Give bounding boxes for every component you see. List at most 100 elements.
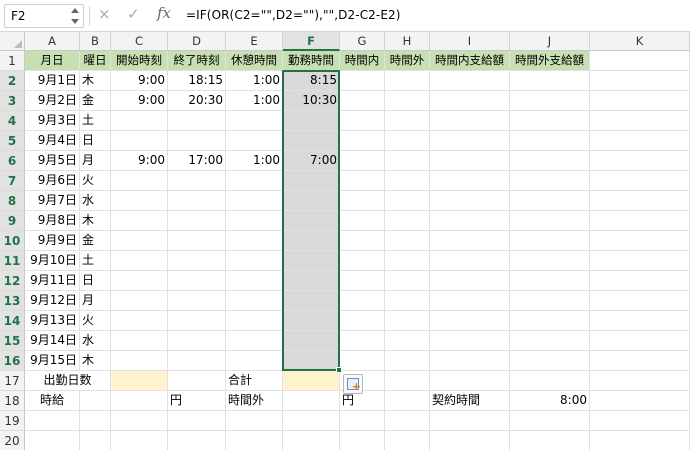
work-hours-cell[interactable] xyxy=(283,111,340,131)
break-time-cell[interactable] xyxy=(226,251,283,271)
cell-i17[interactable] xyxy=(430,371,510,391)
cell-g8[interactable] xyxy=(340,191,385,211)
cell-h18[interactable] xyxy=(385,391,430,411)
break-time-cell[interactable]: 1:00 xyxy=(226,91,283,111)
cell-j9[interactable] xyxy=(510,211,590,231)
column-header-i[interactable]: I xyxy=(430,32,510,51)
break-time-cell[interactable] xyxy=(226,351,283,371)
cell-i6[interactable] xyxy=(430,151,510,171)
fill-handle[interactable] xyxy=(336,367,342,373)
start-time-cell[interactable] xyxy=(111,131,168,151)
work-hours-cell[interactable]: 8:15 xyxy=(283,71,340,91)
cell-k16[interactable] xyxy=(590,351,690,371)
start-time-cell[interactable] xyxy=(111,311,168,331)
cell-k14[interactable] xyxy=(590,311,690,331)
cell-d20[interactable] xyxy=(168,431,226,450)
cancel-icon[interactable]: × xyxy=(98,5,111,23)
row-header-4[interactable]: 4 xyxy=(0,111,25,131)
cell-g15[interactable] xyxy=(340,331,385,351)
date-cell[interactable]: 9月8日 xyxy=(25,211,80,231)
work-hours-cell[interactable] xyxy=(283,331,340,351)
cell-g16[interactable] xyxy=(340,351,385,371)
cell-g5[interactable] xyxy=(340,131,385,151)
cell-j13[interactable] xyxy=(510,291,590,311)
start-time-cell[interactable] xyxy=(111,291,168,311)
date-cell[interactable]: 9月2日 xyxy=(25,91,80,111)
date-cell[interactable]: 9月9日 xyxy=(25,231,80,251)
work-hours-cell[interactable] xyxy=(283,291,340,311)
row-header-10[interactable]: 10 xyxy=(0,231,25,251)
weekday-cell[interactable]: 木 xyxy=(80,71,111,91)
cell-h9[interactable] xyxy=(385,211,430,231)
column-header-b[interactable]: B xyxy=(80,32,111,51)
name-box[interactable]: F2 xyxy=(4,4,84,28)
cell-g4[interactable] xyxy=(340,111,385,131)
cell-d19[interactable] xyxy=(168,411,226,431)
row-header-3[interactable]: 3 xyxy=(0,91,25,111)
cell-g10[interactable] xyxy=(340,231,385,251)
cell-j16[interactable] xyxy=(510,351,590,371)
cell-j7[interactable] xyxy=(510,171,590,191)
cell-k15[interactable] xyxy=(590,331,690,351)
weekday-cell[interactable]: 金 xyxy=(80,91,111,111)
cell-h15[interactable] xyxy=(385,331,430,351)
work-hours-cell[interactable] xyxy=(283,191,340,211)
start-time-cell[interactable] xyxy=(111,351,168,371)
cell-i9[interactable] xyxy=(430,211,510,231)
cell-h5[interactable] xyxy=(385,131,430,151)
start-time-cell[interactable] xyxy=(111,251,168,271)
end-time-cell[interactable]: 17:00 xyxy=(168,151,226,171)
cell-i15[interactable] xyxy=(430,331,510,351)
cell-g14[interactable] xyxy=(340,311,385,331)
column-header-c[interactable]: C xyxy=(111,32,168,51)
row-header-20[interactable]: 20 xyxy=(0,431,25,450)
weekday-cell[interactable]: 水 xyxy=(80,331,111,351)
work-hours-cell[interactable] xyxy=(283,351,340,371)
cell-k13[interactable] xyxy=(590,291,690,311)
attendance-days-input[interactable] xyxy=(111,371,168,391)
row-header-7[interactable]: 7 xyxy=(0,171,25,191)
row-header-15[interactable]: 15 xyxy=(0,331,25,351)
cell-i11[interactable] xyxy=(430,251,510,271)
contract-hours-label[interactable]: 契約時間 xyxy=(430,391,510,411)
header-cell-d[interactable]: 終了時刻 xyxy=(168,51,226,71)
formula-input[interactable]: =IF(OR(C2="",D2=""),"",D2-C2-E2) xyxy=(186,8,401,22)
weekday-cell[interactable]: 火 xyxy=(80,171,111,191)
cell-k1[interactable] xyxy=(590,51,690,71)
cell-i4[interactable] xyxy=(430,111,510,131)
cell-k3[interactable] xyxy=(590,91,690,111)
break-time-cell[interactable]: 1:00 xyxy=(226,151,283,171)
select-all-corner[interactable] xyxy=(0,32,25,51)
name-box-dropdown-icon[interactable] xyxy=(71,8,80,24)
end-time-cell[interactable] xyxy=(168,131,226,151)
break-time-cell[interactable] xyxy=(226,311,283,331)
header-cell-g[interactable]: 時間内 xyxy=(340,51,385,71)
cell-j5[interactable] xyxy=(510,131,590,151)
weekday-cell[interactable]: 日 xyxy=(80,271,111,291)
end-time-cell[interactable] xyxy=(168,311,226,331)
cell-e20[interactable] xyxy=(226,431,283,450)
cell-k4[interactable] xyxy=(590,111,690,131)
weekday-cell[interactable]: 金 xyxy=(80,231,111,251)
enter-icon[interactable]: ✓ xyxy=(127,5,140,23)
cell-k18[interactable] xyxy=(590,391,690,411)
row-header-1[interactable]: 1 xyxy=(0,51,25,71)
work-hours-cell[interactable] xyxy=(283,211,340,231)
work-hours-cell[interactable] xyxy=(283,231,340,251)
cell-g9[interactable] xyxy=(340,211,385,231)
work-hours-cell[interactable] xyxy=(283,171,340,191)
cell-i14[interactable] xyxy=(430,311,510,331)
date-cell[interactable]: 9月5日 xyxy=(25,151,80,171)
cell-k12[interactable] xyxy=(590,271,690,291)
cell-j11[interactable] xyxy=(510,251,590,271)
date-cell[interactable]: 9月1日 xyxy=(25,71,80,91)
cell-h10[interactable] xyxy=(385,231,430,251)
cell-i5[interactable] xyxy=(430,131,510,151)
work-hours-cell[interactable]: 7:00 xyxy=(283,151,340,171)
insert-function-icon[interactable]: fx xyxy=(157,4,171,22)
end-time-cell[interactable] xyxy=(168,171,226,191)
cell-g11[interactable] xyxy=(340,251,385,271)
cell-h13[interactable] xyxy=(385,291,430,311)
break-time-cell[interactable] xyxy=(226,191,283,211)
cell-k5[interactable] xyxy=(590,131,690,151)
